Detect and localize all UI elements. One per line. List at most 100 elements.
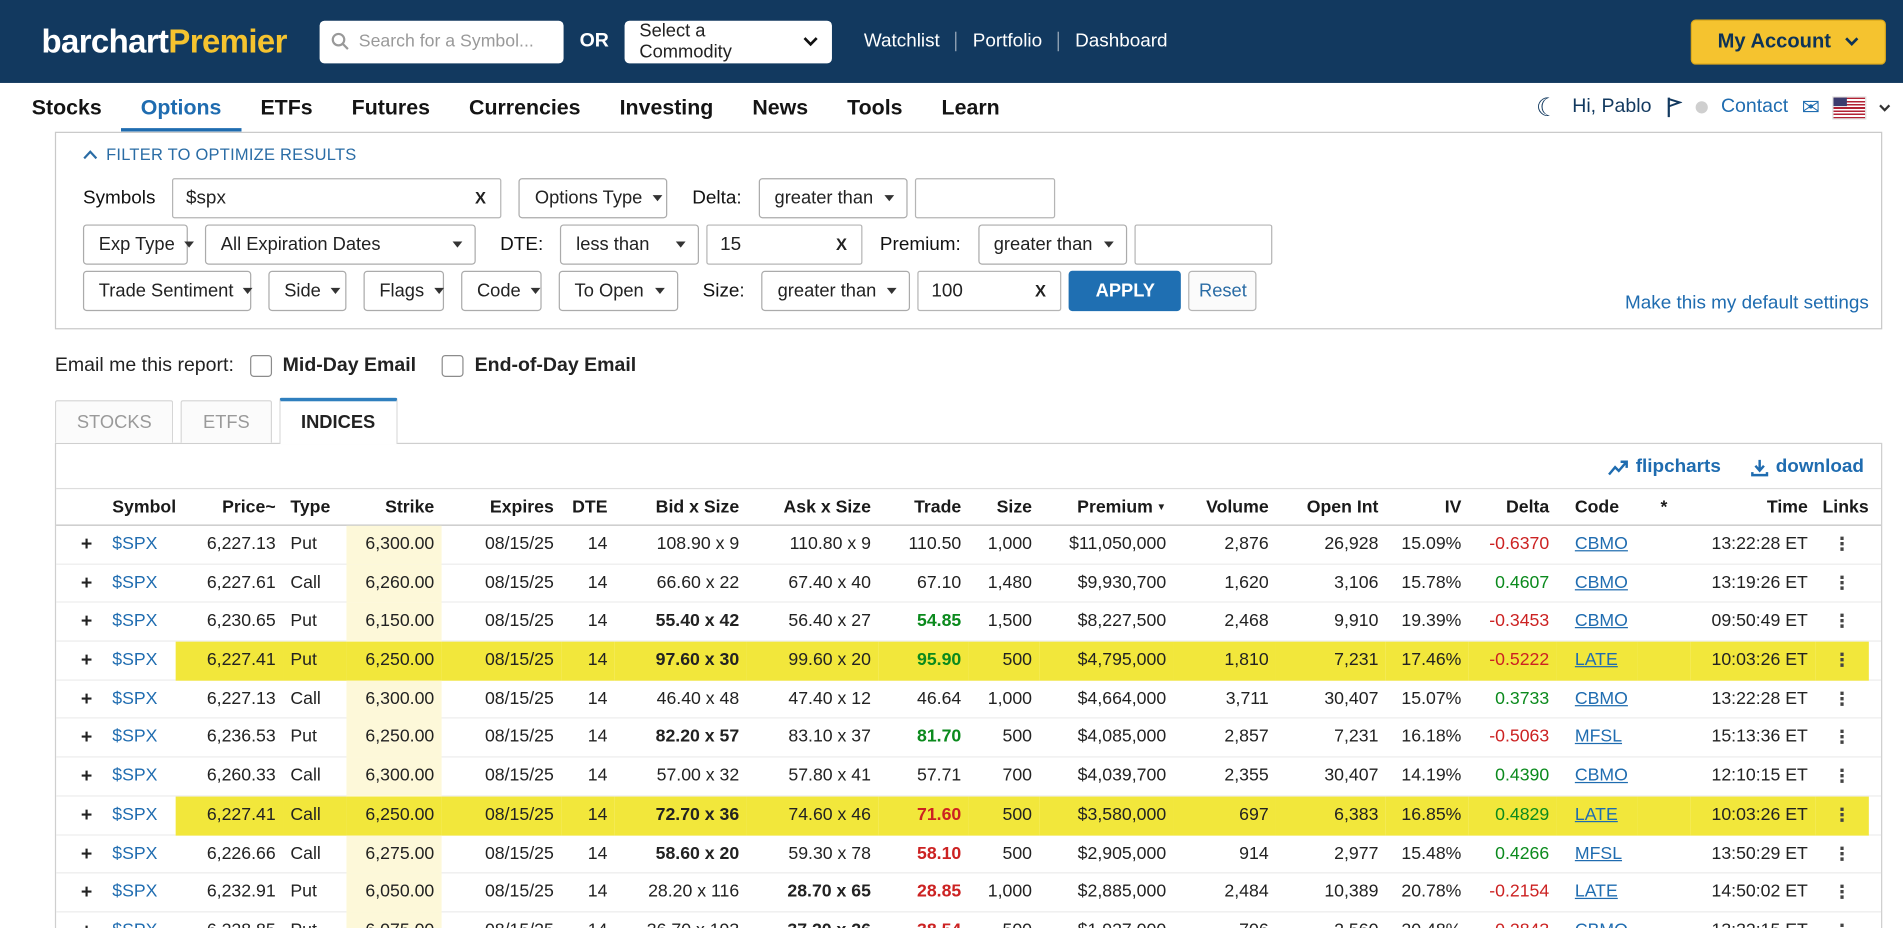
code-link[interactable]: MFSL	[1557, 835, 1638, 874]
us-flag-icon[interactable]	[1833, 97, 1865, 118]
symbol-link[interactable]: $SPX	[105, 680, 176, 719]
expand-row-icon[interactable]: +	[68, 680, 105, 719]
clear-dte-button[interactable]: X	[821, 235, 861, 253]
default-settings-link[interactable]: Make this my default settings	[1625, 293, 1869, 315]
barchart-logo[interactable]: barchartPremier	[41, 23, 286, 61]
nav-item-currencies[interactable]: Currencies	[450, 83, 601, 132]
symbol-link[interactable]: $SPX	[105, 603, 176, 642]
symbol-link[interactable]: $SPX	[105, 719, 176, 758]
row-menu-icon[interactable]: ⋮	[1815, 603, 1869, 642]
expand-row-icon[interactable]: +	[68, 526, 105, 565]
code-link[interactable]: LATE	[1557, 874, 1638, 913]
col-header-time[interactable]: Time	[1691, 497, 1815, 517]
size-value-input[interactable]	[919, 272, 1020, 310]
flipcharts-link[interactable]: flipcharts	[1608, 456, 1721, 478]
contact-link[interactable]: Contact	[1721, 96, 1788, 118]
delta-operator-dropdown[interactable]: greater than	[759, 178, 908, 218]
symbol-link[interactable]: $SPX	[105, 526, 176, 565]
tab-indices[interactable]: INDICES	[279, 398, 397, 444]
expand-row-icon[interactable]: +	[68, 603, 105, 642]
col-header-ask-x-size[interactable]: Ask x Size	[747, 497, 879, 517]
row-menu-icon[interactable]: ⋮	[1815, 564, 1869, 603]
options-type-dropdown[interactable]: Options Type	[519, 178, 668, 218]
expand-row-icon[interactable]: +	[68, 642, 105, 681]
dte-value-input[interactable]	[708, 226, 821, 264]
row-menu-icon[interactable]: ⋮	[1815, 912, 1869, 928]
watchlist-link[interactable]: Watchlist	[864, 30, 940, 52]
row-menu-icon[interactable]: ⋮	[1815, 758, 1869, 797]
col-header-star[interactable]: *	[1637, 497, 1691, 517]
code-link[interactable]: CBMO	[1557, 912, 1638, 928]
size-operator-dropdown[interactable]: greater than	[762, 271, 911, 311]
symbol-link[interactable]: $SPX	[105, 874, 176, 913]
col-header-dte[interactable]: DTE	[561, 497, 615, 517]
nav-item-etfs[interactable]: ETFs	[241, 83, 332, 132]
side-dropdown[interactable]: Side	[268, 271, 346, 311]
reset-button[interactable]: Reset	[1189, 271, 1257, 311]
col-header-delta[interactable]: Delta	[1469, 497, 1557, 517]
code-dropdown[interactable]: Code	[461, 271, 542, 311]
symbol-link[interactable]: $SPX	[105, 835, 176, 874]
expand-row-icon[interactable]: +	[68, 758, 105, 797]
expand-row-icon[interactable]: +	[68, 564, 105, 603]
trade-sentiment-dropdown[interactable]: Trade Sentiment	[83, 271, 251, 311]
dte-operator-dropdown[interactable]: less than	[560, 224, 699, 264]
filter-collapse-toggle[interactable]: FILTER TO OPTIMIZE RESULTS	[83, 142, 357, 172]
symbol-search-input[interactable]	[359, 32, 553, 52]
commodity-select[interactable]: Select a Commodity	[625, 20, 832, 63]
row-menu-icon[interactable]: ⋮	[1815, 796, 1869, 835]
code-link[interactable]: LATE	[1557, 796, 1638, 835]
pennant-flag-icon[interactable]	[1665, 96, 1682, 118]
col-header-iv[interactable]: IV	[1386, 497, 1469, 517]
symbol-link[interactable]: $SPX	[105, 912, 176, 928]
nav-item-futures[interactable]: Futures	[332, 83, 449, 132]
nav-item-tools[interactable]: Tools	[828, 83, 922, 132]
endofday-email-checkbox[interactable]	[442, 355, 464, 377]
col-header-open-int[interactable]: Open Int	[1276, 497, 1386, 517]
col-header-premium[interactable]: Premium▼	[1039, 497, 1173, 517]
chevron-down-icon[interactable]	[1879, 103, 1891, 112]
col-header-expires[interactable]: Expires	[442, 497, 562, 517]
nav-item-learn[interactable]: Learn	[922, 83, 1019, 132]
expand-row-icon[interactable]: +	[68, 835, 105, 874]
row-menu-icon[interactable]: ⋮	[1815, 642, 1869, 681]
row-menu-icon[interactable]: ⋮	[1815, 874, 1869, 913]
col-header-strike[interactable]: Strike	[346, 497, 441, 517]
col-header-type[interactable]: Type	[283, 497, 346, 517]
col-header-size[interactable]: Size	[969, 497, 1040, 517]
col-header-links[interactable]: Links	[1815, 497, 1869, 517]
download-link[interactable]: download	[1750, 456, 1864, 478]
code-link[interactable]: LATE	[1557, 642, 1638, 681]
premium-value-input[interactable]	[1135, 226, 1270, 264]
row-menu-icon[interactable]: ⋮	[1815, 719, 1869, 758]
delta-value-input[interactable]	[916, 179, 1054, 217]
code-link[interactable]: MFSL	[1557, 719, 1638, 758]
code-link[interactable]: CBMO	[1557, 603, 1638, 642]
expiration-dates-dropdown[interactable]: All Expiration Dates	[205, 224, 476, 264]
col-header-code[interactable]: Code	[1557, 497, 1638, 517]
row-menu-icon[interactable]: ⋮	[1815, 680, 1869, 719]
midday-email-checkbox[interactable]	[250, 355, 272, 377]
clear-size-button[interactable]: X	[1020, 282, 1060, 300]
tab-stocks[interactable]: STOCKS	[55, 400, 174, 443]
symbol-link[interactable]: $SPX	[105, 564, 176, 603]
col-header-bid-x-size[interactable]: Bid x Size	[615, 497, 747, 517]
col-header-trade[interactable]: Trade	[878, 497, 968, 517]
dark-mode-icon[interactable]: ☾	[1536, 95, 1559, 121]
symbol-link[interactable]: $SPX	[105, 758, 176, 797]
col-header-volume[interactable]: Volume	[1174, 497, 1276, 517]
dashboard-link[interactable]: Dashboard	[1075, 30, 1168, 52]
symbol-search[interactable]	[320, 20, 564, 63]
envelope-icon[interactable]: ✉	[1802, 96, 1820, 118]
code-link[interactable]: CBMO	[1557, 758, 1638, 797]
expand-row-icon[interactable]: +	[68, 796, 105, 835]
apply-button[interactable]: APPLY	[1069, 271, 1181, 311]
col-header-price[interactable]: Price~	[176, 497, 283, 517]
clear-symbols-button[interactable]: X	[460, 189, 500, 207]
col-header-symbol[interactable]: Symbol	[105, 497, 176, 517]
row-menu-icon[interactable]: ⋮	[1815, 526, 1869, 565]
row-menu-icon[interactable]: ⋮	[1815, 835, 1869, 874]
portfolio-link[interactable]: Portfolio	[973, 30, 1042, 52]
premium-operator-dropdown[interactable]: greater than	[978, 224, 1127, 264]
to-open-dropdown[interactable]: To Open	[559, 271, 679, 311]
